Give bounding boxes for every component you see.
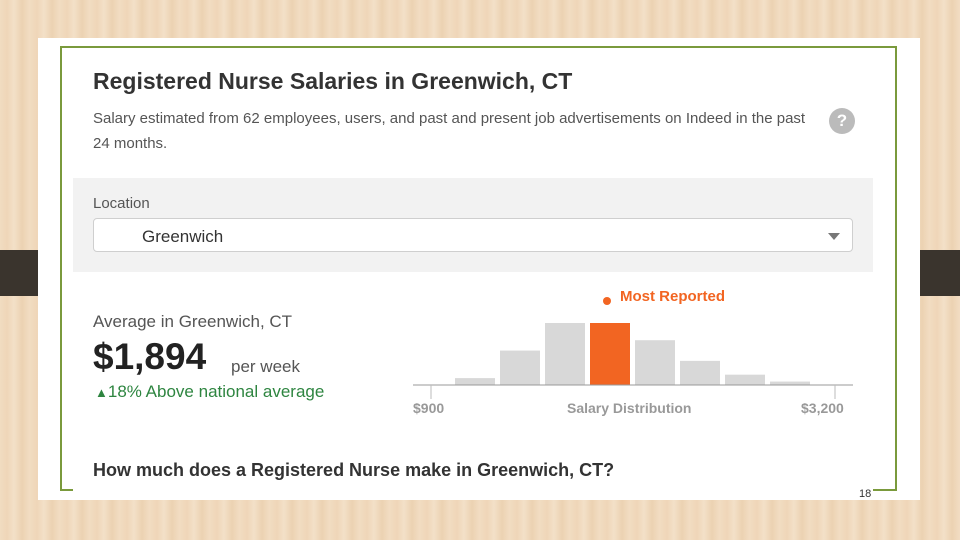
average-salary-value: $1,894: [93, 336, 207, 377]
average-period: per week: [231, 357, 300, 376]
chevron-down-icon: [828, 233, 840, 240]
location-panel: Location Greenwich: [73, 178, 873, 272]
histogram-bar-most-reported: [590, 323, 630, 385]
x-axis-min-label: $900: [413, 400, 445, 416]
average-label: Average in Greenwich, CT: [93, 312, 293, 331]
location-selected-value: Greenwich: [142, 227, 224, 246]
histogram-bar: [770, 381, 810, 385]
histogram-bar: [680, 360, 720, 385]
page-number: 18: [859, 488, 872, 500]
location-select[interactable]: Greenwich: [93, 218, 853, 252]
slide: Registered Nurse Salaries in Greenwich, …: [38, 38, 920, 500]
most-reported-label: Most Reported: [620, 288, 725, 305]
help-icon[interactable]: ?: [829, 108, 855, 134]
histogram-bar: [725, 374, 765, 385]
location-label: Location: [93, 195, 150, 212]
histogram-bar: [500, 350, 540, 385]
national-comparison: ▲18% Above national average: [95, 382, 324, 402]
highlight-dot-icon: [603, 297, 611, 305]
histogram-bar: [455, 378, 495, 385]
histogram-bar: [545, 323, 585, 385]
salary-distribution-chart: Most Reported $900 Salary Distribution $…: [413, 282, 863, 422]
x-axis-title: Salary Distribution: [567, 400, 692, 416]
x-axis-max-label: $3,200: [801, 400, 844, 416]
faq-question[interactable]: How much does a Registered Nurse make in…: [93, 460, 614, 481]
up-arrow-icon: ▲: [95, 385, 108, 400]
comparison-text: 18% Above national average: [107, 382, 325, 401]
page-title: Registered Nurse Salaries in Greenwich, …: [93, 68, 573, 94]
salary-card: Registered Nurse Salaries in Greenwich, …: [73, 50, 873, 500]
histogram-bar: [635, 340, 675, 385]
page-subtitle: Salary estimated from 62 employees, user…: [93, 110, 806, 152]
frame-strip-left: [0, 250, 38, 296]
